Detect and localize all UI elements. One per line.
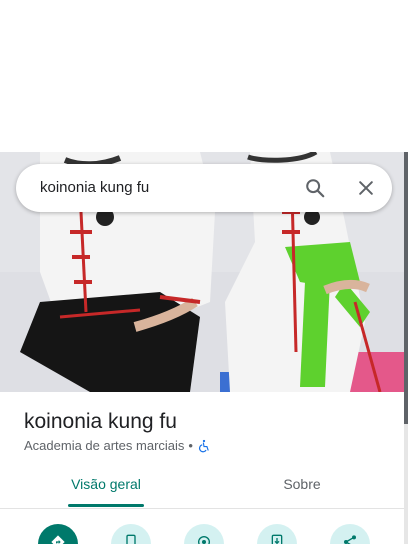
- phone-icon: [126, 534, 136, 544]
- tab-about[interactable]: Sobre: [254, 476, 350, 508]
- place-title: koinonia kung fu: [24, 410, 177, 433]
- share-button[interactable]: [330, 524, 370, 544]
- separator-dot: •: [188, 438, 193, 453]
- close-icon[interactable]: [356, 178, 376, 198]
- directions-button[interactable]: [38, 524, 78, 544]
- call-button[interactable]: [111, 524, 151, 544]
- action-buttons-row: [0, 522, 404, 544]
- wheelchair-accessible-icon: [198, 439, 209, 452]
- top-blank-area: [0, 0, 408, 152]
- location-icon: [198, 536, 210, 544]
- place-subtitle: Academia de artes marciais •: [24, 438, 211, 453]
- search-bar[interactable]: koinonia kung fu: [16, 164, 392, 212]
- place-details-sheet: koinonia kung fu Academia de artes marci…: [0, 392, 404, 544]
- location-button[interactable]: [184, 524, 224, 544]
- tabs-divider: [0, 508, 404, 509]
- scrollbar[interactable]: [404, 152, 408, 544]
- share-icon: [344, 535, 356, 544]
- send-to-phone-button[interactable]: [257, 524, 297, 544]
- search-icon[interactable]: [304, 177, 326, 199]
- place-category: Academia de artes marciais: [24, 438, 185, 453]
- tab-bar: Visão geral Sobre: [0, 472, 404, 508]
- scrollbar-thumb[interactable]: [404, 152, 408, 424]
- active-tab-indicator: [68, 504, 144, 507]
- save-to-phone-icon: [271, 534, 283, 544]
- search-input[interactable]: koinonia kung fu: [40, 179, 149, 196]
- directions-icon: [51, 535, 65, 544]
